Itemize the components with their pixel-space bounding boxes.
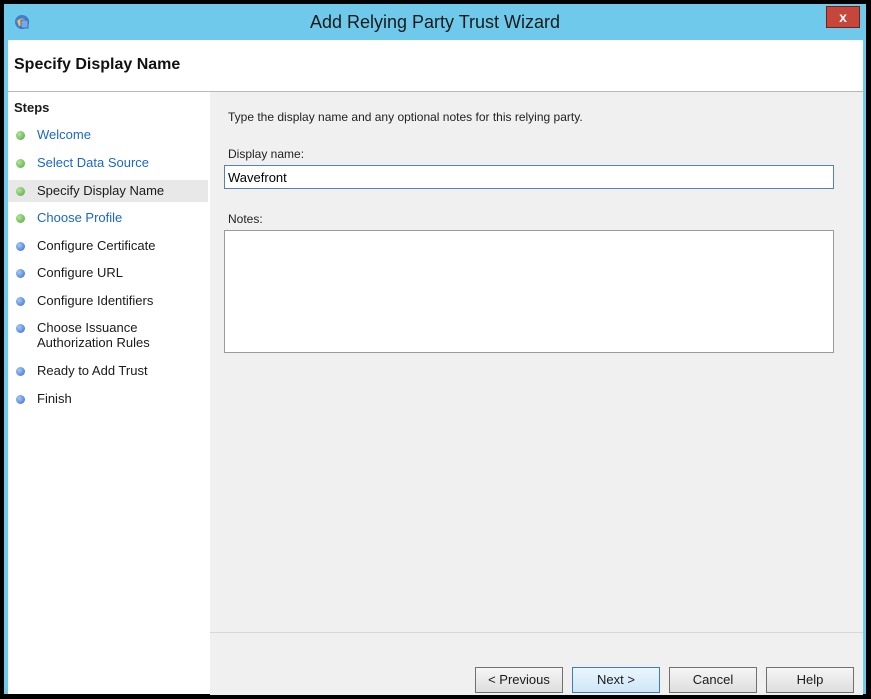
notes-label: Notes: <box>228 212 263 226</box>
step-choose-profile[interactable]: Choose Profile <box>8 207 208 229</box>
steps-heading: Steps <box>14 100 50 115</box>
display-name-input[interactable] <box>224 165 834 189</box>
step-status-icon <box>16 242 25 251</box>
step-select-data-source[interactable]: Select Data Source <box>8 152 208 174</box>
step-configure-url: Configure URL <box>8 262 208 284</box>
step-status-icon <box>16 214 25 223</box>
close-button[interactable]: x <box>826 6 860 28</box>
step-ready-to-add-trust: Ready to Add Trust <box>8 360 208 382</box>
step-status-icon <box>16 187 25 196</box>
previous-button[interactable]: < Previous <box>475 667 563 693</box>
step-status-icon <box>16 131 25 140</box>
step-choose-issuance-authorization-rules: Choose Issuance Authorization Rules <box>8 317 208 353</box>
step-configure-certificate: Configure Certificate <box>8 235 208 257</box>
step-label: Select Data Source <box>37 155 150 170</box>
step-label: Choose Profile <box>37 210 123 225</box>
step-configure-identifiers: Configure Identifiers <box>8 290 208 312</box>
content-panel: Type the display name and any optional n… <box>210 92 863 695</box>
help-button[interactable]: Help <box>766 667 854 693</box>
step-status-icon <box>16 367 25 376</box>
next-button[interactable]: Next > <box>572 667 660 693</box>
step-status-icon <box>16 395 25 404</box>
window-title: Add Relying Party Trust Wizard <box>309 12 561 32</box>
display-name-label: Display name: <box>228 147 305 161</box>
step-status-icon <box>16 159 25 168</box>
cancel-button[interactable]: Cancel <box>669 667 757 693</box>
title-bar[interactable]: Add Relying Party Trust Wizard x <box>4 4 866 40</box>
steps-panel: Steps Welcome Select Data Source Specify… <box>8 92 210 694</box>
step-label: Specify Display Name <box>37 183 165 198</box>
page-header: Specify Display Name <box>8 40 863 92</box>
step-specify-display-name[interactable]: Specify Display Name <box>8 180 208 202</box>
step-label: Configure Identifiers <box>37 293 154 308</box>
step-label: Configure URL <box>37 265 123 280</box>
step-status-icon <box>16 269 25 278</box>
step-status-icon <box>16 297 25 306</box>
step-label: Welcome <box>37 127 91 142</box>
step-welcome[interactable]: Welcome <box>8 124 208 146</box>
button-bar: < Previous Next > Cancel Help <box>210 632 863 695</box>
step-label: Ready to Add Trust <box>37 363 148 378</box>
instruction-text: Type the display name and any optional n… <box>228 110 583 124</box>
page-title: Specify Display Name <box>14 56 181 73</box>
wizard-window: Add Relying Party Trust Wizard x Specify… <box>4 4 866 695</box>
step-label: Finish <box>37 391 72 406</box>
step-label: Choose Issuance Authorization Rules <box>37 320 150 350</box>
notes-textarea[interactable] <box>224 230 834 353</box>
step-status-icon <box>16 324 25 333</box>
step-label: Configure Certificate <box>37 238 156 253</box>
step-finish: Finish <box>8 388 208 410</box>
